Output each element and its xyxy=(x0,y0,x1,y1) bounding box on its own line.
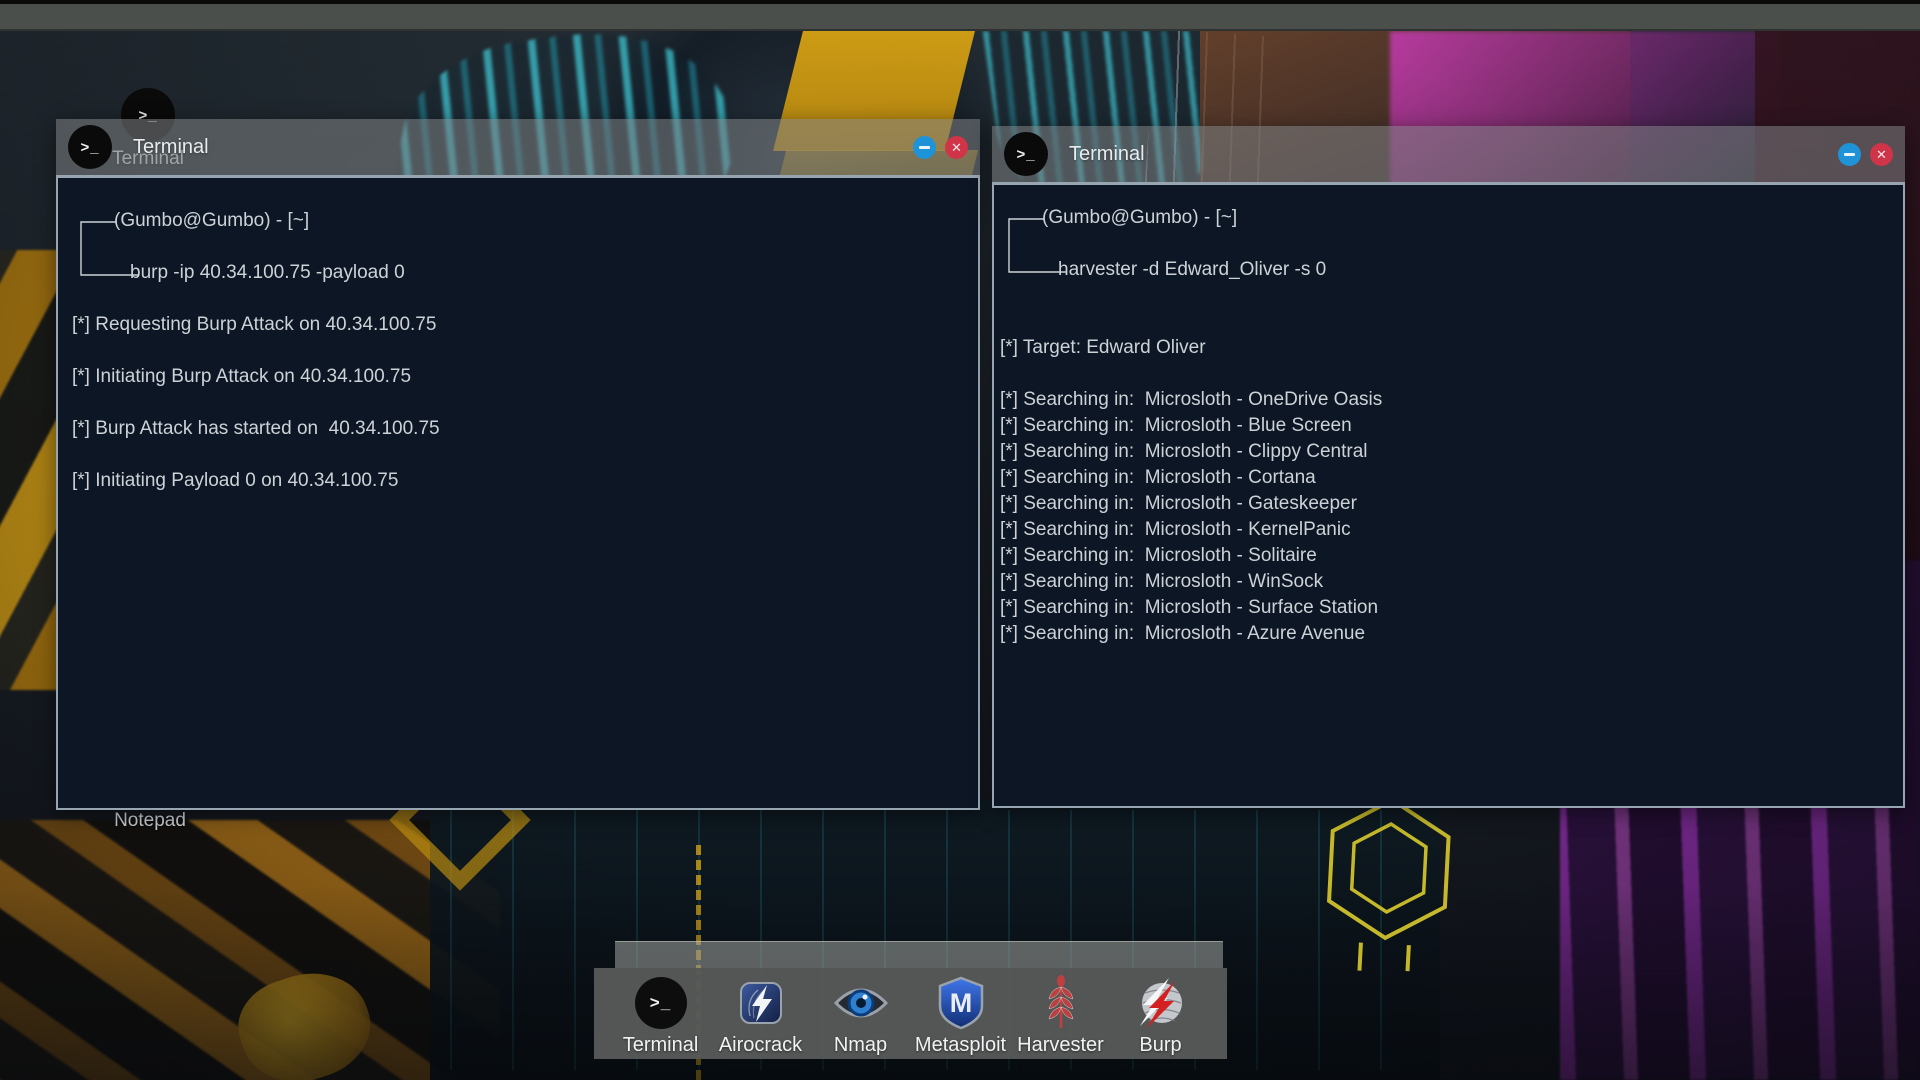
close-icon: ✕ xyxy=(1876,148,1887,161)
close-icon: ✕ xyxy=(951,141,962,154)
prompt-user: (Gumbo@Gumbo) - [~] xyxy=(1000,205,1897,231)
terminal-output-line: [*] Searching in: Microsloth - Gateskeep… xyxy=(1000,491,1897,517)
command-line: harvester -d Edward_Oliver -s 0 xyxy=(1000,257,1897,283)
top-bar xyxy=(0,0,1920,31)
window-title: Terminal xyxy=(133,136,913,159)
metasploit-icon: M xyxy=(936,976,986,1030)
prompt-user: (Gumbo@Gumbo) - [~] xyxy=(72,208,964,234)
window-titlebar[interactable]: >_ Terminal ✕ xyxy=(56,119,980,175)
terminal-output-line: [*] Initiating Payload 0 on 40.34.100.75 xyxy=(72,468,964,494)
terminal-output-line: [*] Searching in: Microsloth - Surface S… xyxy=(1000,595,1897,621)
terminal-output-line: [*] Searching in: Microsloth - OneDrive … xyxy=(1000,387,1897,413)
command-line: burp -ip 40.34.100.75 -payload 0 xyxy=(72,260,964,286)
terminal-output-area[interactable]: (Gumbo@Gumbo) - [~] burp -ip 40.34.100.7… xyxy=(56,175,980,810)
terminal-output-line xyxy=(1000,361,1897,387)
airocrack-icon xyxy=(736,978,786,1028)
terminal-output-line: [*] Target: Edward Oliver xyxy=(1000,335,1897,361)
terminal-output-line: [*] Searching in: Microsloth - Blue Scre… xyxy=(1000,413,1897,439)
dock-item-label: Airocrack xyxy=(719,1034,802,1057)
dock-item-label: Nmap xyxy=(834,1034,887,1057)
terminal-output-line xyxy=(72,442,964,468)
dock-item-label: Harvester xyxy=(1017,1034,1104,1057)
prompt-spacer xyxy=(1000,231,1897,257)
nmap-icon xyxy=(833,984,889,1022)
terminal-output-lines: [*] Requesting Burp Attack on 40.34.100.… xyxy=(72,286,964,494)
dock-item-burp[interactable]: Burp xyxy=(1111,976,1211,1057)
terminal-output-line xyxy=(1000,283,1897,309)
dock-item-metasploit[interactable]: M Metasploit xyxy=(911,976,1011,1057)
terminal-glyph: >_ xyxy=(80,139,99,156)
window-title: Terminal xyxy=(1069,143,1838,166)
minimize-button[interactable] xyxy=(913,136,936,159)
terminal-icon: >_ xyxy=(635,977,687,1029)
terminal-output-line: [*] Searching in: Microsloth - Solitaire xyxy=(1000,543,1897,569)
terminal-glyph: >_ xyxy=(1016,146,1035,163)
terminal-output-line: [*] Requesting Burp Attack on 40.34.100.… xyxy=(72,312,964,338)
dock-item-nmap[interactable]: Nmap xyxy=(811,976,911,1057)
terminal-window-harvester: >_ Terminal ✕ (Gumbo@Gumbo) - [~] harves… xyxy=(992,126,1905,808)
dock-item-label: Terminal xyxy=(623,1034,699,1057)
harvester-icon xyxy=(1044,975,1078,1031)
terminal-prompt-block: (Gumbo@Gumbo) - [~] harvester -d Edward_… xyxy=(1000,205,1897,283)
terminal-output-line: [*] Searching in: Microsloth - Cortana xyxy=(1000,465,1897,491)
terminal-glyph: >_ xyxy=(650,993,671,1013)
terminal-output-line: [*] Initiating Burp Attack on 40.34.100.… xyxy=(72,364,964,390)
terminal-output-line: [*] Searching in: Microsloth - Clippy Ce… xyxy=(1000,439,1897,465)
terminal-output-line xyxy=(1000,309,1897,335)
terminal-output-line: [*] Searching in: Microsloth - WinSock xyxy=(1000,569,1897,595)
metasploit-letter: M xyxy=(949,988,972,1018)
dock-item-label: Metasploit xyxy=(915,1034,1006,1057)
dock-item-label: Burp xyxy=(1139,1034,1181,1057)
minimize-button[interactable] xyxy=(1838,143,1861,166)
window-controls: ✕ xyxy=(1838,143,1893,166)
terminal-output-line: [*] Searching in: Microsloth - KernelPan… xyxy=(1000,517,1897,543)
terminal-output-line: [*] Searching in: Microsloth - Azure Ave… xyxy=(1000,621,1897,647)
terminal-icon: >_ xyxy=(68,125,112,169)
terminal-output-line: [*] Burp Attack has started on 40.34.100… xyxy=(72,416,964,442)
terminal-icon: >_ xyxy=(1004,132,1048,176)
terminal-output-lines: [*] Target: Edward Oliver [*] Searching i… xyxy=(1000,283,1897,647)
terminal-output-area[interactable]: (Gumbo@Gumbo) - [~] harvester -d Edward_… xyxy=(992,182,1905,808)
prompt-spacer xyxy=(72,234,964,260)
close-button[interactable]: ✕ xyxy=(945,136,968,159)
hexagon-emblem xyxy=(1313,788,1462,980)
terminal-output-line xyxy=(72,286,964,312)
dock: >_ Terminal Airocrack xyxy=(594,968,1227,1059)
desktop: >_ Terminal Notepad >_ Terminal ✕ xyxy=(0,0,1920,1080)
burp-icon xyxy=(1135,977,1187,1029)
window-titlebar[interactable]: >_ Terminal ✕ xyxy=(992,126,1905,182)
dock-item-harvester[interactable]: Harvester xyxy=(1011,976,1111,1057)
dock-item-airocrack[interactable]: Airocrack xyxy=(711,976,811,1057)
window-controls: ✕ xyxy=(913,136,968,159)
dock-item-terminal[interactable]: >_ Terminal xyxy=(611,976,711,1057)
desktop-icon-label: Notepad xyxy=(114,810,186,832)
terminal-window-burp: >_ Terminal ✕ (Gumbo@Gumbo) - [~] burp -… xyxy=(56,119,980,810)
terminal-output-line xyxy=(72,338,964,364)
terminal-prompt-block: (Gumbo@Gumbo) - [~] burp -ip 40.34.100.7… xyxy=(72,208,964,286)
dock-handle[interactable] xyxy=(615,941,1223,968)
close-button[interactable]: ✕ xyxy=(1870,143,1893,166)
terminal-output-line xyxy=(72,390,964,416)
